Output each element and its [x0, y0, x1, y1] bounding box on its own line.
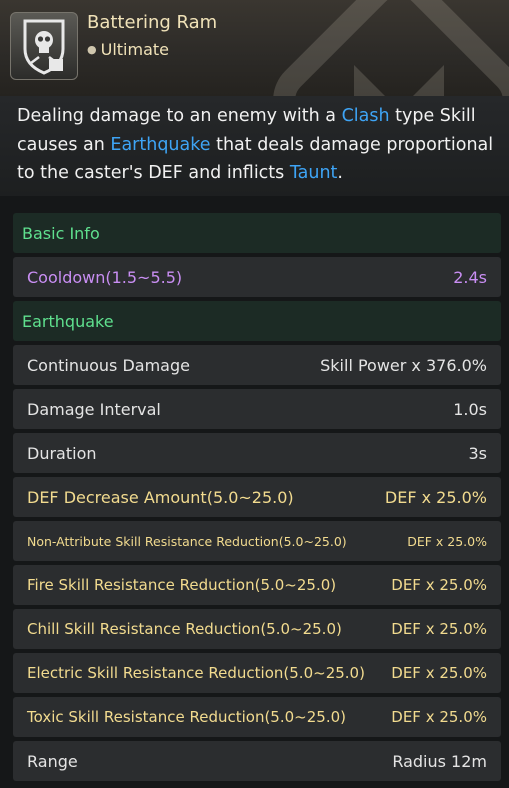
stat-label: DEF Decrease Amount(5.0~25.0) — [27, 487, 294, 507]
stat-row-duration: Duration 3s — [13, 433, 501, 473]
description-text: Dealing damage to an enemy with a — [17, 106, 342, 126]
stat-row-def-decrease: DEF Decrease Amount(5.0~25.0) DEF x 25.0… — [13, 477, 501, 517]
stat-label: Duration — [27, 443, 97, 463]
skill-icon — [10, 12, 78, 80]
skill-name: Battering Ram — [87, 12, 218, 33]
stat-value: DEF x 25.0% — [391, 664, 487, 682]
stat-row-non-attribute-resistance: Non-Attribute Skill Resistance Reduction… — [13, 521, 501, 561]
skill-description: Dealing damage to an enemy with a Clash … — [17, 102, 497, 188]
stat-label: Chill Skill Resistance Reduction(5.0~25.… — [27, 620, 342, 638]
stat-row-chill-resistance: Chill Skill Resistance Reduction(5.0~25.… — [13, 609, 501, 649]
skill-header: Battering Ram ● Ultimate — [0, 0, 509, 96]
stat-value: DEF x 25.0% — [391, 620, 487, 638]
stat-row-electric-resistance: Electric Skill Resistance Reduction(5.0~… — [13, 653, 501, 693]
stat-value: 2.4s — [453, 267, 487, 287]
keyword-clash: Clash — [341, 106, 390, 126]
stat-value: 1.0s — [453, 399, 487, 419]
stat-value: 3s — [468, 443, 487, 463]
stat-row-toxic-resistance: Toxic Skill Resistance Reduction(5.0~25.… — [13, 697, 501, 737]
stat-row-fire-resistance: Fire Skill Resistance Reduction(5.0~25.0… — [13, 565, 501, 605]
section-earthquake: Earthquake — [13, 301, 501, 341]
stat-value: DEF x 25.0% — [407, 533, 487, 549]
stat-row-damage-interval: Damage Interval 1.0s — [13, 389, 501, 429]
description-text: . — [337, 163, 343, 183]
stat-value: Skill Power x 376.0% — [320, 355, 487, 375]
stat-row-range: Range Radius 12m — [13, 741, 501, 781]
stat-label: Cooldown(1.5~5.5) — [27, 267, 183, 287]
section-title: Basic Info — [22, 223, 100, 243]
bullet-dot-icon: ● — [87, 43, 97, 56]
stat-value: DEF x 25.0% — [391, 708, 487, 726]
stat-label: Continuous Damage — [27, 355, 190, 375]
stat-row-cooldown: Cooldown(1.5~5.5) 2.4s — [13, 257, 501, 297]
skill-type-label: Ultimate — [100, 40, 169, 59]
stat-value: DEF x 25.0% — [384, 487, 487, 507]
stat-label: Non-Attribute Skill Resistance Reduction… — [27, 533, 347, 549]
background-emblem-icon — [273, 0, 509, 96]
stat-label: Damage Interval — [27, 399, 161, 419]
stat-value: DEF x 25.0% — [391, 576, 487, 594]
skull-shield-icon — [23, 19, 65, 75]
stat-value: Radius 12m — [392, 751, 487, 771]
stat-row-continuous-damage: Continuous Damage Skill Power x 376.0% — [13, 345, 501, 385]
section-basic-info: Basic Info — [13, 213, 501, 253]
keyword-taunt: Taunt — [289, 163, 338, 183]
stat-label: Range — [27, 751, 78, 771]
stats-list: Basic Info Cooldown(1.5~5.5) 2.4s Earthq… — [13, 213, 501, 781]
section-title: Earthquake — [22, 311, 114, 331]
stat-label: Toxic Skill Resistance Reduction(5.0~25.… — [27, 708, 346, 726]
stat-label: Electric Skill Resistance Reduction(5.0~… — [27, 664, 365, 682]
stat-label: Fire Skill Resistance Reduction(5.0~25.0… — [27, 576, 337, 594]
skill-type: ● Ultimate — [87, 40, 169, 59]
keyword-earthquake: Earthquake — [110, 134, 211, 155]
